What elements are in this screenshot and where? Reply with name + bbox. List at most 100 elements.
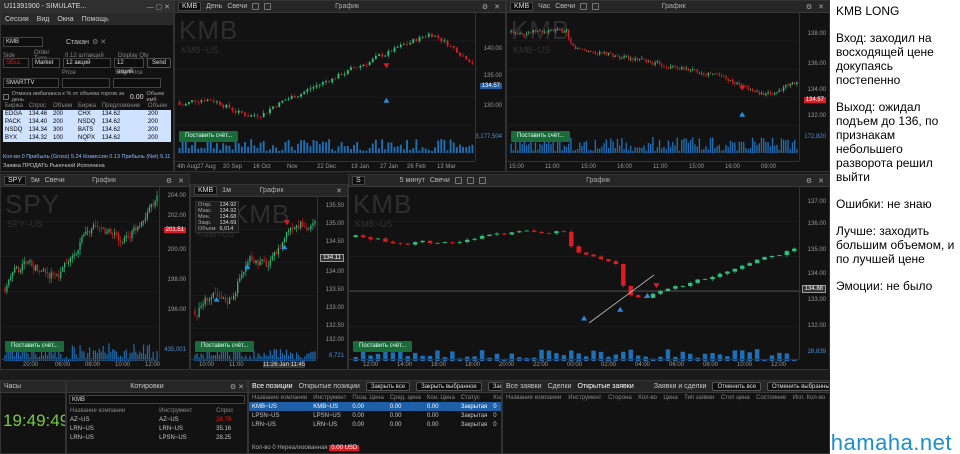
depth-row[interactable]: BYX 134.32 100 NQPX 134.62 200 xyxy=(3,134,171,142)
chart-interval-select[interactable]: Час xyxy=(538,3,550,10)
volume-bar xyxy=(321,141,324,153)
candle-body xyxy=(325,81,327,83)
price-axis[interactable]: 204.00 202.00 200.00 198.00 196.00 201.5… xyxy=(159,187,189,359)
price-axis[interactable]: 138.00 136.00 134.00 132.00 134.57 172,8… xyxy=(799,13,829,161)
volume-bar xyxy=(268,149,271,153)
window-controls[interactable]: — ▢ ✕ xyxy=(147,3,170,11)
order-type-select[interactable]: Market xyxy=(32,58,60,68)
place-order-button[interactable]: Поставить счёт... xyxy=(511,131,571,142)
chart-type-select[interactable]: Свечи xyxy=(227,3,247,10)
candle-body xyxy=(6,285,8,292)
chart-type-select[interactable]: Свечи xyxy=(45,177,65,184)
time-axis[interactable]: 20:00 06:00 08:00 10:00 12:00 xyxy=(1,359,160,369)
order-status-footer: Заявка ПРОДАТЬ Рыночной Исполнена xyxy=(3,163,105,169)
cancel-selected-button[interactable]: Отменить выбранные xyxy=(767,382,829,391)
route-select[interactable]: SMARTTV xyxy=(3,78,59,88)
candle-body xyxy=(479,235,485,239)
candle-body xyxy=(148,207,150,213)
table-row[interactable]: LRN~US LRN~US 0.00 0.00 0.00 Закрытая 0 xyxy=(249,420,501,429)
order-panel-controls[interactable]: ⚙ ✕ xyxy=(92,38,106,46)
table-row[interactable]: LRN~US LRN~US 35.16 xyxy=(67,424,247,433)
depth-row[interactable]: PACK 134.40 200 NSDQ 134.62 200 xyxy=(3,118,171,126)
send-button[interactable]: Send xyxy=(147,58,172,68)
menu-windows[interactable]: Окна xyxy=(57,16,73,23)
chart-window-controls[interactable]: ⚙ ✕ xyxy=(806,177,826,185)
cursor-tool-icon[interactable] xyxy=(454,177,462,184)
volume-bar xyxy=(378,148,380,153)
price-axis[interactable]: 140.00 135.00 130.00 134.57 3,177,504 xyxy=(475,13,505,161)
price-axis[interactable]: 135.50 135.00 134.50 134.00 133.50 133.0… xyxy=(317,197,347,359)
time-axis[interactable]: 4th Aug 27 Aug 20 Sep 16 Oct Nov 22 Dec … xyxy=(175,161,475,171)
chart-window-controls[interactable]: ⚙ ✕ xyxy=(482,3,502,11)
tab-all-positions[interactable]: Все позиции xyxy=(252,383,293,390)
candle-body xyxy=(233,296,235,299)
side-select[interactable]: SELL xyxy=(3,58,29,68)
table-row[interactable]: LPSN~US LPSN~US 0.00 0.00 0.00 Закрытая 0 xyxy=(249,411,501,420)
place-order-button[interactable]: Поставить счёт... xyxy=(179,131,239,142)
chart-interval-select[interactable]: 5м xyxy=(31,177,40,184)
close-all-button[interactable]: Закрыть все xyxy=(365,382,411,391)
chart-type-select[interactable]: Свечи xyxy=(430,177,450,184)
quotes-panel: Котировки ⚙ ✕ KMB Название компании Инстр… xyxy=(66,380,248,454)
chart-interval-select[interactable]: 1м xyxy=(222,187,231,194)
chart-symbol-input[interactable]: KMB xyxy=(178,2,202,11)
cursor-tool-icon[interactable] xyxy=(580,3,588,10)
chart-symbol-input[interactable]: KMB xyxy=(194,186,218,195)
chart-type-select[interactable]: Свечи xyxy=(555,3,575,10)
candles-area[interactable] xyxy=(349,187,801,361)
chart-symbol-input[interactable]: S xyxy=(352,176,365,185)
trend-tool-icon[interactable] xyxy=(478,177,486,184)
chart-symbol-input[interactable]: SPY xyxy=(4,176,27,185)
tab-open-orders[interactable]: Открытые заявки xyxy=(577,383,633,390)
cancel-all-button[interactable]: Отменить все xyxy=(712,382,762,391)
menu-help[interactable]: Помощь xyxy=(82,16,109,23)
tab-trades[interactable]: Сделки xyxy=(548,383,572,390)
chart-symbol-input[interactable]: KMB xyxy=(510,2,534,11)
draw-tool-icon[interactable] xyxy=(264,3,272,10)
candle-body xyxy=(225,104,228,108)
display-qty-input[interactable]: 12 акций xyxy=(114,58,144,75)
volume-bar xyxy=(743,141,745,153)
chart-interval-select[interactable]: 5 минут xyxy=(400,177,425,184)
candle-body xyxy=(570,38,572,44)
chart-window-controls[interactable]: ⚙ ✕ xyxy=(806,3,826,11)
place-order-button[interactable]: Поставить счёт... xyxy=(195,341,255,352)
draw-tool-icon[interactable] xyxy=(592,3,600,10)
imbalance-checkbox[interactable] xyxy=(3,94,9,100)
chart-window-controls[interactable]: ✕ xyxy=(336,187,344,195)
candle-body xyxy=(290,96,293,99)
buy-marker xyxy=(213,296,220,302)
chart-interval-select[interactable]: День xyxy=(206,3,222,10)
cursor-tool-icon[interactable] xyxy=(252,3,260,10)
quotes-symbol-input[interactable]: KMB xyxy=(69,395,245,404)
candle-body xyxy=(569,231,574,247)
chart-window-controls[interactable]: ⚙ ✕ xyxy=(166,177,186,185)
candle-body xyxy=(464,239,470,243)
place-order-button[interactable]: Поставить счёт... xyxy=(353,341,413,352)
quantity-input[interactable]: 12 акций xyxy=(63,58,111,68)
tab-open-positions[interactable]: Открытые позиции xyxy=(299,383,360,390)
order-symbol-input[interactable]: KMB xyxy=(3,37,43,47)
candles-area[interactable] xyxy=(1,187,161,361)
time-axis[interactable]: 12:00 14:00 16:00 18:00 20:00 22:00 00:00 02:00… xyxy=(349,359,799,369)
draw-tool-icon[interactable] xyxy=(466,177,474,184)
candle-body xyxy=(760,93,763,95)
price-axis[interactable]: 137.00 136.00 135.00 134.00 133.00 132.0… xyxy=(799,187,829,359)
menu-view[interactable]: Вид xyxy=(37,16,50,23)
close-long-button[interactable]: Закрыть длинные xyxy=(487,382,501,391)
quotes-window-controls[interactable]: ⚙ ✕ xyxy=(230,383,244,391)
place-order-button[interactable]: Поставить счёт... xyxy=(5,341,65,352)
table-row[interactable]: LRN~US LPSN~US 28.25 xyxy=(67,433,247,442)
time-axis[interactable]: 15:00 11:00 15:00 16:00 11:00 15:00 16:0… xyxy=(507,161,799,171)
depth-row[interactable]: NSDQ 134.34 300 BATS 134.62 200 xyxy=(3,126,171,134)
price-input[interactable] xyxy=(62,78,110,88)
candle-body xyxy=(531,230,537,232)
menu-session[interactable]: Сессия xyxy=(5,16,29,23)
depth-row[interactable]: EDGA 134.46 200 CHX 134.62 200 xyxy=(3,110,171,118)
table-row[interactable]: AZ~US AZ~US 28.79 xyxy=(67,415,247,424)
stop-price-input[interactable] xyxy=(113,78,161,88)
tab-all-orders[interactable]: Все заявки xyxy=(506,383,542,390)
close-selected-button[interactable]: Закрыть выбранное xyxy=(416,382,482,391)
time-axis[interactable]: 10:00 11:00 11:26 Jan 11:45 xyxy=(191,359,317,369)
table-row[interactable]: KMB~US KMB~US 0.00 0.00 0.00 Закрытая 0 xyxy=(249,402,501,411)
